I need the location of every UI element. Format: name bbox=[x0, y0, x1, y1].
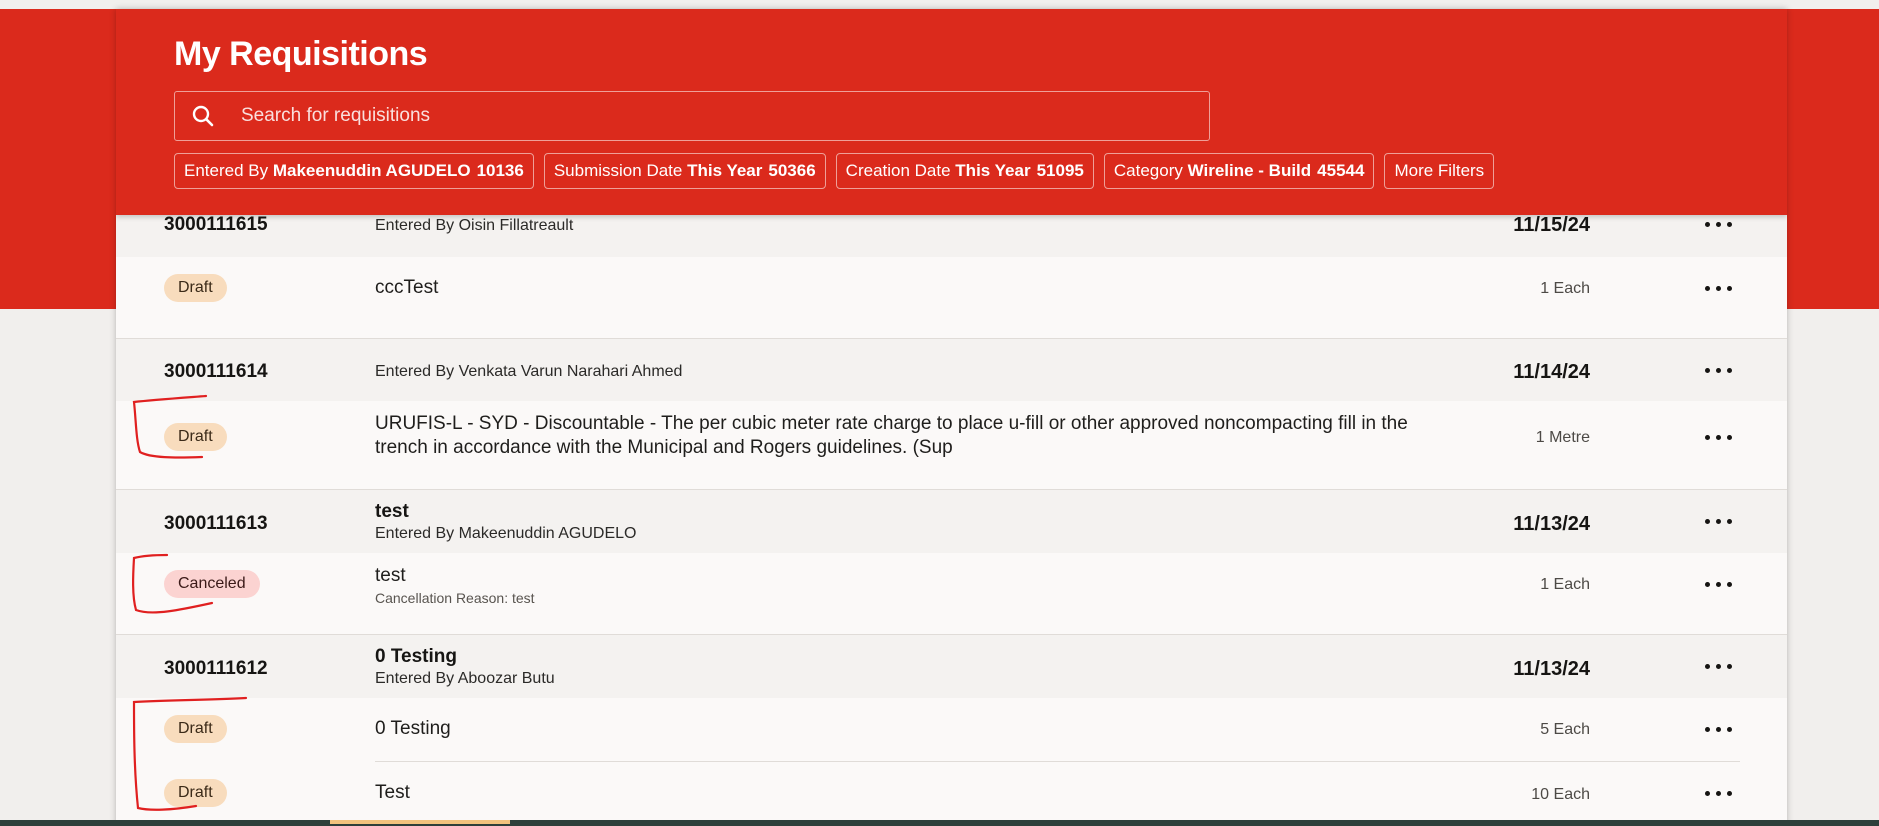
status-badge: Draft bbox=[164, 715, 227, 743]
requisition-line[interactable]: Draft cccTest 1 Each bbox=[116, 257, 1787, 338]
line-description: Test bbox=[375, 782, 410, 803]
entered-by: Entered By Aboozar Butu bbox=[375, 670, 555, 687]
entered-by: Entered By Venkata Varun Narahari Ahmed bbox=[375, 363, 683, 380]
page-header: My Requisitions Entered By Makeenuddin A… bbox=[116, 9, 1787, 215]
requisition-title: test bbox=[375, 501, 409, 522]
line-quantity: 1 Each bbox=[1540, 576, 1590, 593]
line-description: test bbox=[375, 565, 406, 586]
status-badge: Draft bbox=[164, 779, 227, 807]
requisition-date: 11/15/24 bbox=[1513, 214, 1590, 236]
requisition-line[interactable]: Draft URUFIS-L - SYD - Discountable - Th… bbox=[116, 401, 1787, 489]
requisition-number[interactable]: 3000111612 bbox=[164, 658, 268, 680]
cancellation-reason: Cancellation Reason: test bbox=[375, 590, 535, 606]
line-quantity: 10 Each bbox=[1531, 786, 1590, 803]
filter-chip-category[interactable]: Category Wireline - Build 45544 bbox=[1103, 153, 1375, 189]
line-quantity: 5 Each bbox=[1540, 721, 1590, 738]
more-actions-icon[interactable] bbox=[1702, 719, 1736, 739]
more-actions-icon[interactable] bbox=[1702, 360, 1736, 380]
line-description: cccTest bbox=[375, 277, 439, 298]
requisition-title: 0 Testing bbox=[375, 646, 457, 667]
status-badge: Draft bbox=[164, 274, 227, 302]
filter-chips: Entered By Makeenuddin AGUDELO 10136 Subm… bbox=[174, 153, 1495, 189]
entered-by: Entered By Oisin Fillatreault bbox=[375, 217, 574, 234]
search-input[interactable] bbox=[241, 92, 1181, 140]
more-actions-icon[interactable] bbox=[1702, 278, 1736, 298]
filter-chip-creation-date[interactable]: Creation Date This Year 51095 bbox=[835, 153, 1094, 189]
requisition-date: 11/14/24 bbox=[1513, 361, 1590, 383]
line-quantity: 1 Metre bbox=[1535, 429, 1590, 446]
entered-by: Entered By Makeenuddin AGUDELO bbox=[375, 525, 637, 542]
page-title: My Requisitions bbox=[174, 35, 428, 73]
status-badge: Draft bbox=[164, 423, 227, 451]
requisition-line[interactable]: Draft Test 10 Each bbox=[116, 762, 1787, 826]
more-actions-icon[interactable] bbox=[1702, 783, 1736, 803]
requisition-number[interactable]: 3000111614 bbox=[164, 361, 268, 383]
filter-chip-entered-by[interactable]: Entered By Makeenuddin AGUDELO 10136 bbox=[174, 153, 534, 189]
requisition-header[interactable]: 3000111612 0 Testing Entered By Aboozar … bbox=[116, 635, 1787, 698]
requisition-date: 11/13/24 bbox=[1513, 658, 1590, 680]
search-icon[interactable] bbox=[191, 104, 215, 128]
more-filters-button[interactable]: More Filters bbox=[1384, 153, 1495, 189]
requisition-line[interactable]: Canceled test Cancellation Reason: test … bbox=[116, 553, 1787, 634]
search-box[interactable] bbox=[174, 91, 1210, 141]
more-actions-icon[interactable] bbox=[1702, 427, 1736, 447]
filter-chip-submission-date[interactable]: Submission Date This Year 50366 bbox=[543, 153, 826, 189]
line-description: URUFIS-L - SYD - Discountable - The per … bbox=[375, 413, 1408, 458]
requisitions-panel: 3000111615 Entered By Oisin Fillatreault… bbox=[116, 9, 1787, 826]
status-badge: Canceled bbox=[164, 570, 260, 598]
more-actions-icon[interactable] bbox=[1702, 214, 1736, 234]
requisition-number[interactable]: 3000111615 bbox=[164, 214, 268, 236]
bottom-accent bbox=[330, 820, 510, 824]
requisition-header[interactable]: 3000111613 test Entered By Makeenuddin A… bbox=[116, 490, 1787, 553]
line-description: 0 Testing bbox=[375, 718, 451, 739]
line-quantity: 1 Each bbox=[1540, 280, 1590, 297]
requisition-number[interactable]: 3000111613 bbox=[164, 513, 268, 535]
more-actions-icon[interactable] bbox=[1702, 574, 1736, 594]
more-actions-icon[interactable] bbox=[1702, 511, 1736, 531]
requisition-header[interactable]: 3000111614 Entered By Venkata Varun Nara… bbox=[116, 339, 1787, 401]
requisition-line[interactable]: Draft 0 Testing 5 Each bbox=[116, 698, 1787, 761]
bottom-bar bbox=[0, 820, 1879, 826]
more-actions-icon[interactable] bbox=[1702, 656, 1736, 676]
requisition-date: 11/13/24 bbox=[1513, 513, 1590, 535]
